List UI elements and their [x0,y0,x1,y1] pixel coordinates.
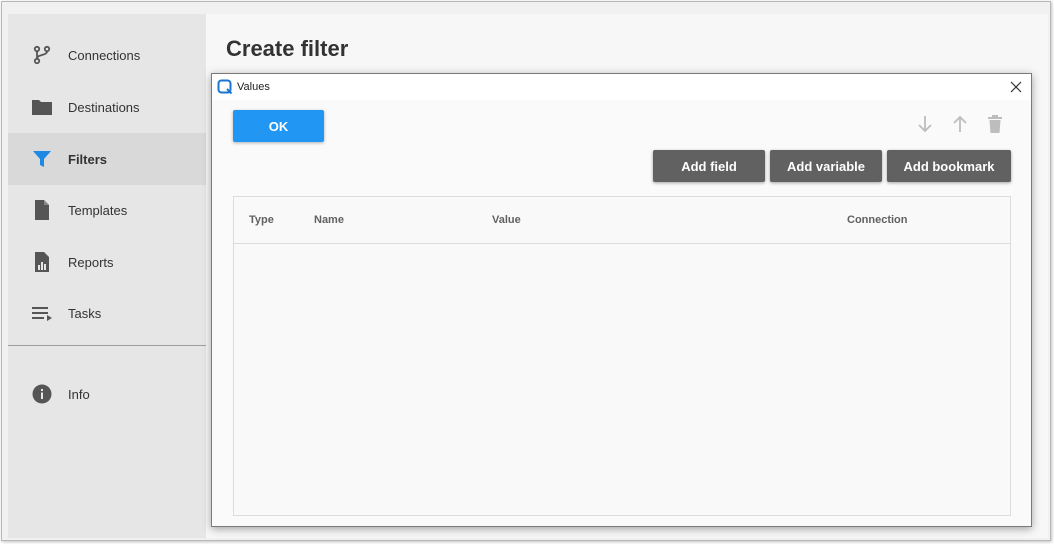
file-icon [30,198,54,222]
arrow-up-icon[interactable] [948,112,972,136]
values-table: Type Name Value Connection [233,196,1011,516]
add-bookmark-button[interactable]: Add bookmark [887,150,1011,182]
task-list-icon [30,301,54,325]
sidebar-item-label: Filters [68,151,108,167]
sidebar-item-reports[interactable]: Reports [8,236,206,288]
sidebar-item-filters[interactable]: Filters [8,133,206,185]
ok-button[interactable]: OK [233,110,324,142]
app-logo-icon [217,79,233,95]
sidebar-item-label: Destinations [68,99,140,115]
add-variable-button[interactable]: Add variable [770,150,882,182]
report-icon [30,250,54,274]
arrow-down-icon[interactable] [913,112,937,136]
table-body [234,245,1010,515]
sidebar-item-label: Templates [68,202,128,218]
sidebar-item-label: Connections [68,47,141,63]
sidebar-item-connections[interactable]: Connections [8,29,206,81]
sidebar-item-label: Reports [68,254,114,270]
sidebar-divider [8,345,206,346]
sidebar-item-templates[interactable]: Templates [8,184,206,236]
dialog-titlebar[interactable]: Values [212,74,1031,100]
column-header-type[interactable]: Type [249,214,274,226]
info-icon [30,382,54,406]
sidebar-item-info[interactable]: Info [8,368,206,420]
table-header: Type Name Value Connection [234,197,1010,244]
values-dialog: Values OK Add field Add variable Add boo… [211,73,1032,527]
add-field-button[interactable]: Add field [653,150,765,182]
column-header-value[interactable]: Value [492,214,521,226]
column-header-connection[interactable]: Connection [847,214,908,226]
filter-icon [30,147,54,171]
source-branch-icon [30,43,54,67]
close-icon[interactable] [1007,78,1025,96]
page-title: Create filter [226,36,349,61]
app-window: Connections Destinations Filters Templat… [1,1,1051,541]
trash-icon[interactable] [983,112,1007,136]
sidebar-item-tasks[interactable]: Tasks [8,287,206,339]
column-header-name[interactable]: Name [314,214,344,226]
sidebar-item-label: Tasks [68,305,102,321]
folder-icon [30,95,54,119]
sidebar-item-label: Info [68,386,90,402]
dialog-title: Values [237,81,270,93]
sidebar: Connections Destinations Filters Templat… [8,14,206,538]
sidebar-item-destinations[interactable]: Destinations [8,81,206,133]
